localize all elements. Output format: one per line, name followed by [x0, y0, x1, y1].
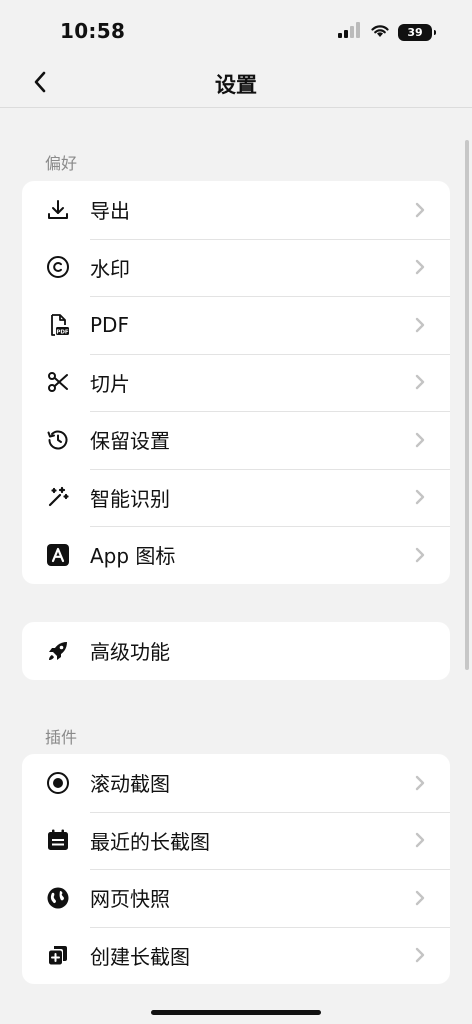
wifi-icon: [370, 23, 390, 42]
chevron-right-icon: [412, 890, 428, 906]
chevron-right-icon: [412, 832, 428, 848]
app-letter-icon: [46, 543, 70, 567]
chevron-right-icon: [412, 374, 428, 390]
settings-row-watermark[interactable]: 水印: [22, 238, 450, 297]
chevron-right-icon: [412, 775, 428, 791]
status-time: 10:58: [60, 19, 126, 43]
settings-row-retention[interactable]: 保留设置: [22, 411, 450, 469]
settings-row-create-long-screenshot[interactable]: 创建长截图: [22, 926, 450, 985]
chevron-right-icon: [412, 547, 428, 563]
plugins-card: 滚动截图 最近的长截图 网页快照 创建长截图: [22, 754, 450, 984]
row-label: 最近的长截图: [90, 829, 210, 854]
calendar-list-icon: [46, 828, 70, 852]
status-icons: 39: [338, 22, 436, 42]
row-label: 滚动截图: [90, 772, 170, 797]
row-label: 导出: [90, 199, 130, 224]
row-label: 创建长截图: [90, 944, 190, 969]
chevron-right-icon: [412, 317, 428, 333]
row-label: App 图标: [90, 544, 176, 569]
row-label: 网页快照: [90, 887, 170, 912]
chevron-right-icon: [412, 947, 428, 963]
settings-row-smart-recognition[interactable]: 智能识别: [22, 468, 450, 527]
settings-row-app-icon[interactable]: App 图标: [22, 526, 450, 584]
home-indicator[interactable]: [151, 1010, 321, 1015]
svg-text:PDF: PDF: [56, 329, 69, 335]
settings-row-export[interactable]: 导出: [22, 181, 450, 239]
magic-wand-icon: [46, 485, 70, 509]
row-label: 高级功能: [90, 640, 170, 665]
settings-row-scroll-screenshot[interactable]: 滚动截图: [22, 754, 450, 812]
settings-row-advanced[interactable]: 高级功能: [22, 622, 450, 680]
rocket-icon: [46, 639, 70, 663]
globe-icon: [46, 886, 70, 910]
row-label: 智能识别: [90, 486, 170, 511]
chevron-right-icon: [412, 259, 428, 275]
advanced-card: 高级功能: [22, 622, 450, 680]
cellular-signal-icon: [338, 22, 362, 42]
chevron-right-icon: [412, 489, 428, 505]
copyright-icon: [46, 255, 70, 279]
add-stack-icon: [46, 943, 70, 967]
row-label: 保留设置: [90, 429, 170, 454]
section-header-plugins: 插件: [45, 728, 78, 747]
chevron-right-icon: [412, 202, 428, 218]
chevron-right-icon: [412, 432, 428, 448]
preferences-card: 导出 水印 PDF PDF 切片 保留设置 智能识别 App 图标: [22, 181, 450, 584]
settings-row-web-snapshot[interactable]: 网页快照: [22, 869, 450, 927]
scroll-indicator[interactable]: [465, 140, 469, 670]
row-label: PDF: [90, 312, 129, 337]
pdf-file-icon: PDF: [46, 313, 70, 337]
settings-row-slice[interactable]: 切片: [22, 353, 450, 412]
settings-row-pdf[interactable]: PDF PDF: [22, 296, 450, 354]
section-header-preferences: 偏好: [45, 154, 78, 173]
battery-indicator: 39: [398, 23, 436, 41]
history-icon: [46, 428, 70, 452]
download-icon: [46, 198, 70, 222]
page-title: 设置: [215, 73, 257, 97]
settings-row-recent-long-screenshots[interactable]: 最近的长截图: [22, 811, 450, 870]
status-bar: 10:58 39: [0, 0, 472, 60]
row-label: 切片: [90, 371, 130, 396]
navigation-bar: 设置: [0, 60, 472, 108]
scissors-icon: [46, 370, 70, 394]
record-icon: [46, 771, 70, 795]
row-label: 水印: [90, 256, 130, 281]
